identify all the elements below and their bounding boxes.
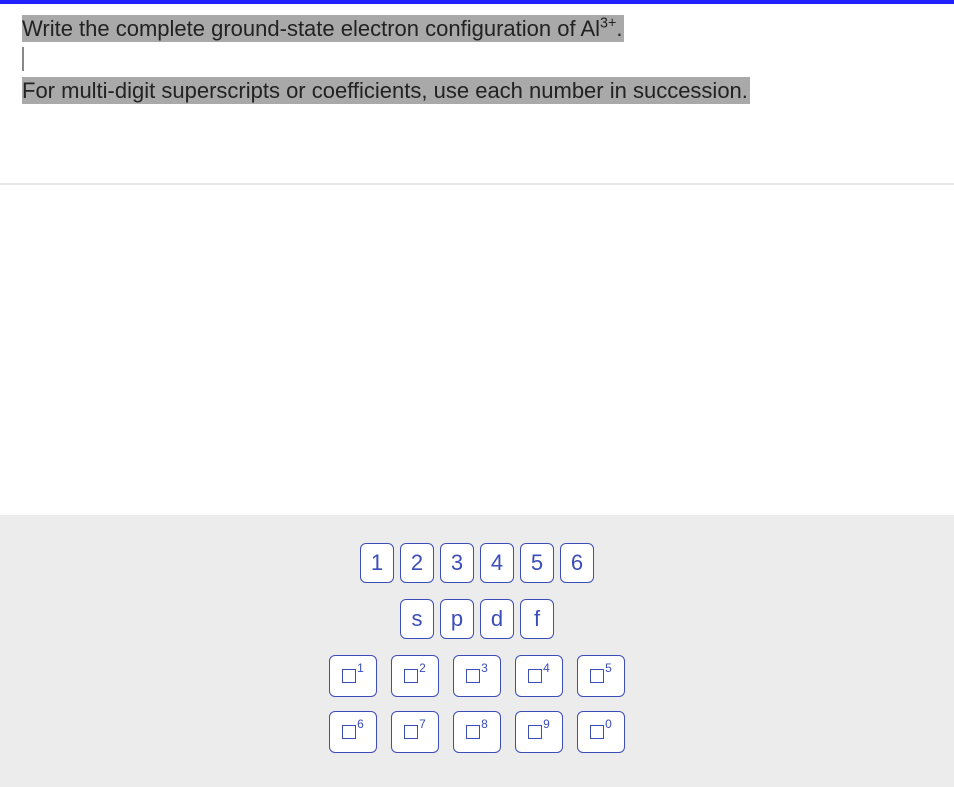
keypad-row-numbers: 1 2 3 4 5 6 [0, 543, 954, 583]
sup-label: 9 [543, 717, 550, 731]
key-sup-7[interactable]: 7 [391, 711, 439, 753]
keypad-area: 1 2 3 4 5 6 s p d f 1 2 3 4 5 6 7 8 9 0 [0, 515, 954, 787]
key-sup-3[interactable]: 3 [453, 655, 501, 697]
keypad-row-superscript-2: 6 7 8 9 0 [0, 711, 954, 753]
sup-label: 5 [605, 661, 612, 675]
sup-label: 2 [419, 661, 426, 675]
key-sup-6[interactable]: 6 [329, 711, 377, 753]
question-line-1: Write the complete ground-state electron… [22, 15, 624, 42]
question-superscript: 3+ [600, 16, 616, 32]
box-icon [528, 669, 542, 683]
box-icon [342, 669, 356, 683]
keypad-row-orbitals: s p d f [0, 599, 954, 639]
key-sup-0[interactable]: 0 [577, 711, 625, 753]
key-f[interactable]: f [520, 599, 554, 639]
key-sup-2[interactable]: 2 [391, 655, 439, 697]
box-icon [590, 725, 604, 739]
box-icon [342, 725, 356, 739]
box-icon [404, 725, 418, 739]
key-s[interactable]: s [400, 599, 434, 639]
sup-label: 3 [481, 661, 488, 675]
box-icon [528, 725, 542, 739]
question-line-2: For multi-digit superscripts or coeffici… [22, 77, 750, 104]
key-sup-1[interactable]: 1 [329, 655, 377, 697]
key-p[interactable]: p [440, 599, 474, 639]
question-text-prefix: Write the complete ground-state electron… [22, 16, 600, 41]
box-icon [404, 669, 418, 683]
key-sup-9[interactable]: 9 [515, 711, 563, 753]
box-icon [466, 725, 480, 739]
box-icon [466, 669, 480, 683]
box-icon [590, 669, 604, 683]
question-area: Write the complete ground-state electron… [0, 4, 954, 123]
answer-input[interactable] [22, 47, 24, 71]
sup-label: 0 [605, 717, 612, 731]
sup-label: 7 [419, 717, 426, 731]
sup-label: 4 [543, 661, 550, 675]
keypad-row-superscript-1: 1 2 3 4 5 [0, 655, 954, 697]
sup-label: 6 [357, 717, 364, 731]
key-1[interactable]: 1 [360, 543, 394, 583]
key-3[interactable]: 3 [440, 543, 474, 583]
key-5[interactable]: 5 [520, 543, 554, 583]
key-sup-5[interactable]: 5 [577, 655, 625, 697]
question-text-suffix: . [616, 16, 622, 41]
key-4[interactable]: 4 [480, 543, 514, 583]
sup-label: 1 [357, 661, 364, 675]
key-6[interactable]: 6 [560, 543, 594, 583]
key-sup-4[interactable]: 4 [515, 655, 563, 697]
sup-label: 8 [481, 717, 488, 731]
workspace-area[interactable] [0, 185, 954, 515]
key-2[interactable]: 2 [400, 543, 434, 583]
key-sup-8[interactable]: 8 [453, 711, 501, 753]
key-d[interactable]: d [480, 599, 514, 639]
